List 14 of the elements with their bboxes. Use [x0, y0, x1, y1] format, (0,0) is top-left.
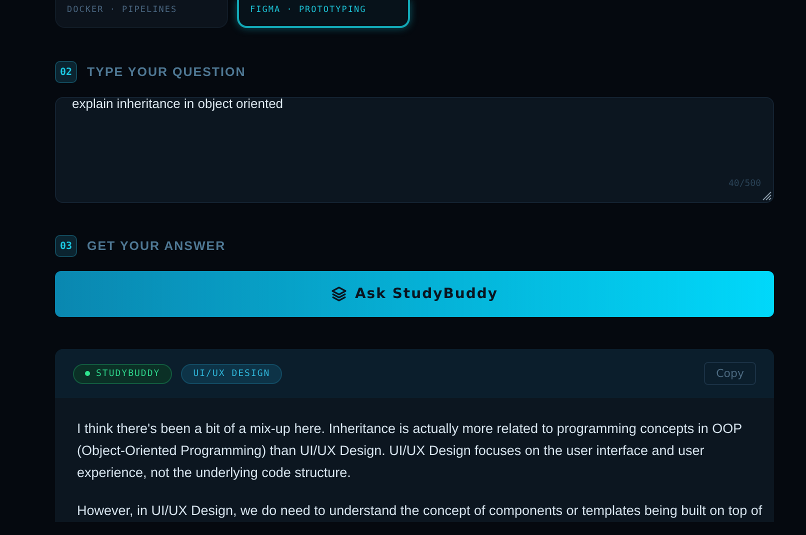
layers-icon — [330, 286, 347, 302]
answer-paragraph: I think there's been a bit of a mix-up here. Inheritance is actually more related to programming concepts in OOP (Object-Oriented Programming) than UI/UX Design. UI/UX Design focuses on the user interface and user experience, not the underlying code structure. — [77, 420, 743, 482]
subject-card[interactable]: FIGMA · PROTOTYPING — [237, 0, 410, 28]
section-title: TYPE YOUR QUESTION — [87, 65, 246, 79]
ask-button[interactable]: Ask StudyBuddy — [55, 271, 774, 317]
answer-paragraph: However, in UI/UX Design, we do need to understand the concept of components or templates being built on top of — [77, 502, 764, 520]
step-number: 03 — [55, 235, 77, 257]
resize-grip-icon[interactable] — [761, 190, 772, 201]
character-count: 40/500 — [728, 179, 761, 189]
section-title: GET YOUR ANSWER — [87, 239, 226, 253]
step-number: 02 — [55, 61, 77, 83]
question-field[interactable]: explain inheritance in object oriented 40/500 — [55, 97, 774, 203]
subject-tag: UI/UX DESIGN — [181, 364, 282, 384]
source-tag: STUDYBUDDY — [73, 364, 172, 384]
